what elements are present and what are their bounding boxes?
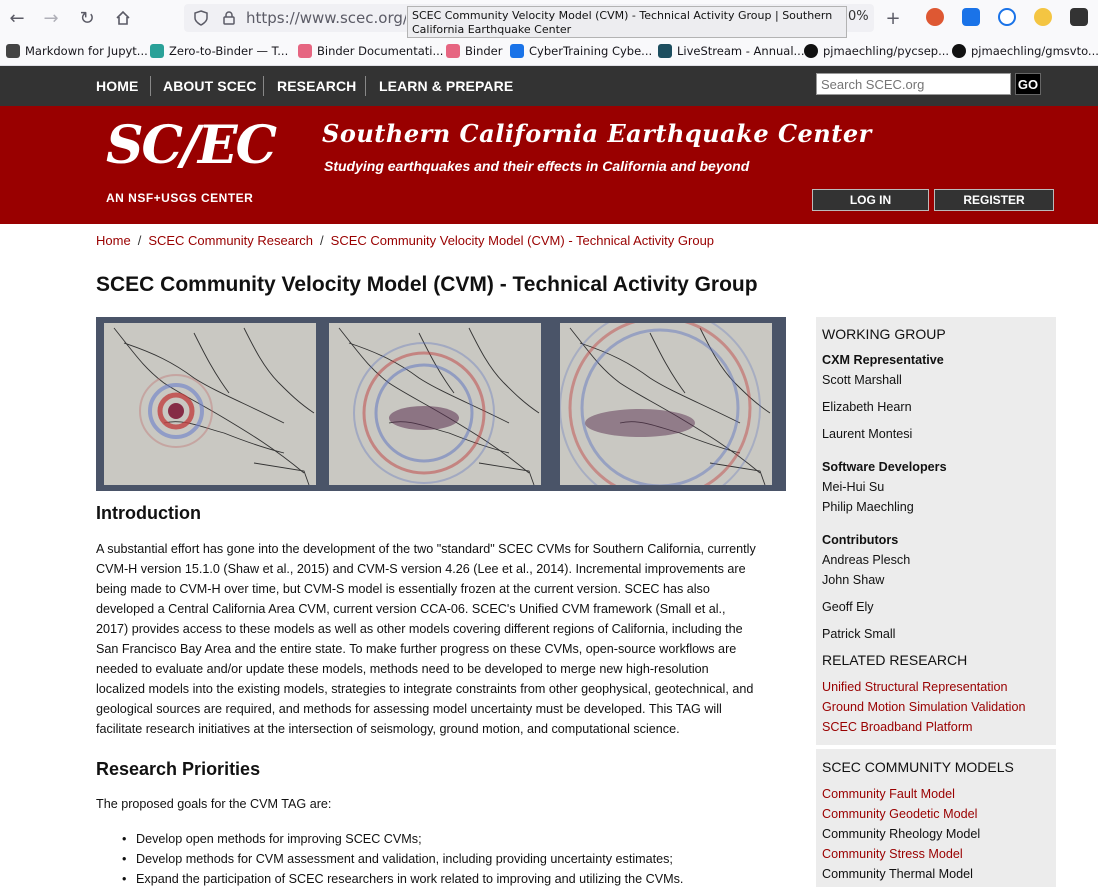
binder-icon <box>150 44 164 58</box>
url-text[interactable]: https://www.scec.org/rese <box>246 9 406 27</box>
nav-home[interactable]: HOME <box>96 78 138 94</box>
nav-research[interactable]: RESEARCH <box>277 78 356 94</box>
forward-icon[interactable]: → <box>40 7 62 29</box>
member-name: Scott Marshall <box>822 373 902 387</box>
search-go-button[interactable]: GO <box>1015 73 1041 95</box>
lock-icon[interactable] <box>218 7 240 29</box>
member-name: Mei-Hui Su <box>822 480 885 494</box>
bookmark-item[interactable]: CyberTraining Cybe... <box>510 44 652 58</box>
plus-icon[interactable]: + <box>882 7 904 29</box>
intro-line: geological sources are required, and met… <box>96 702 722 716</box>
intro-line: being made to CVM-H over time, but CVM-S… <box>96 582 710 596</box>
model-item: Community Thermal Model <box>822 867 973 881</box>
simulation-panel <box>329 323 541 485</box>
member-name: Elizabeth Hearn <box>822 400 912 414</box>
related-link[interactable]: Unified Structural Representation <box>822 680 1008 694</box>
model-link[interactable]: Community Stress Model <box>822 847 963 861</box>
member-name: Philip Maechling <box>822 500 914 514</box>
member-name: Patrick Small <box>822 627 896 641</box>
bookmark-item[interactable]: pjmaechling/gmsvto... <box>952 44 1098 58</box>
bookmark-item[interactable]: pjmaechling/pycsep... <box>804 44 949 58</box>
bookmark-item[interactable]: Binder <box>446 44 502 58</box>
login-button[interactable]: LOG IN <box>812 189 929 211</box>
register-button[interactable]: REGISTER <box>934 189 1054 211</box>
extension-s-icon[interactable] <box>962 8 980 26</box>
bookmark-item[interactable]: Binder Documentati... <box>298 44 443 58</box>
priorities-heading: Research Priorities <box>96 759 261 779</box>
markdown-icon <box>6 44 20 58</box>
nav-divider <box>263 76 264 96</box>
nav-divider <box>365 76 366 96</box>
model-link[interactable]: Community Geodetic Model <box>822 807 977 821</box>
nav-about[interactable]: ABOUT SCEC <box>163 78 257 94</box>
community-models-heading: SCEC COMMUNITY MODELS <box>822 759 1014 775</box>
github-icon <box>804 44 818 58</box>
related-link[interactable]: SCEC Broadband Platform <box>822 720 973 734</box>
breadcrumb-home[interactable]: Home <box>96 233 131 248</box>
zoom-level[interactable]: 0% <box>848 9 869 24</box>
shield-icon[interactable] <box>190 7 212 29</box>
breadcrumb: Home / SCEC Community Research / SCEC Commun… <box>96 233 715 248</box>
member-name: John Shaw <box>822 573 885 587</box>
member-name: Laurent Montesi <box>822 427 913 441</box>
member-name: Andreas Plesch <box>822 553 911 567</box>
simulation-panel <box>560 323 772 485</box>
model-item: Community Rheology Model <box>822 827 981 841</box>
title-tooltip: SCEC Community Velocity Model (CVM) - Te… <box>407 6 847 38</box>
bookmark-item[interactable]: Markdown for Jupyt... <box>6 44 148 58</box>
back-icon[interactable]: ← <box>6 7 28 29</box>
intro-line: San Francisco Bay Area and the entire st… <box>96 642 737 656</box>
related-research-heading: RELATED RESEARCH <box>822 652 968 668</box>
simulation-panel <box>104 323 316 485</box>
priorities-list: Develop open methods for improving SCEC … <box>122 829 802 887</box>
intro-line: 2017) provides access to these models as… <box>96 622 743 636</box>
intro-line: CVM-H version 15.1.0 (Shaw et al., 2015)… <box>96 562 746 576</box>
extension-search-icon[interactable] <box>998 8 1016 26</box>
priorities-lead: The proposed goals for the CVM TAG are: <box>96 797 332 811</box>
developers-label: Software Developers <box>822 460 947 474</box>
intro-line: needed to evaluate and/or update these m… <box>96 662 709 676</box>
simulation-image <box>96 317 786 491</box>
list-item: Develop open methods for improving SCEC … <box>122 829 802 849</box>
related-link[interactable]: Ground Motion Simulation Validation <box>822 700 1025 714</box>
search-input[interactable] <box>816 73 1011 95</box>
bookmarks-bar: Markdown for Jupyt... Zero-to-Binder — T… <box>0 36 1098 66</box>
site-tagline: Studying earthquakes and their effects i… <box>324 158 750 174</box>
intro-line: localized models into the existing model… <box>96 682 754 696</box>
list-item: Expand the participation of SCEC researc… <box>122 869 802 887</box>
intro-line: developed a Central California Area CVM,… <box>96 602 726 616</box>
extension-badge-icon[interactable] <box>1034 8 1052 26</box>
binder-icon <box>446 44 460 58</box>
intro-paragraph: A substantial effort has gone into the d… <box>96 539 796 739</box>
nav-learn[interactable]: LEARN & PREPARE <box>379 78 513 94</box>
contributors-label: Contributors <box>822 533 899 547</box>
breadcrumb-community-research[interactable]: SCEC Community Research <box>148 233 313 248</box>
reload-icon[interactable]: ↻ <box>76 7 98 29</box>
list-item: Develop methods for CVM assessment and v… <box>122 849 802 869</box>
livestream-icon <box>658 44 672 58</box>
github-icon <box>952 44 966 58</box>
drive-icon <box>510 44 524 58</box>
breadcrumb-current[interactable]: SCEC Community Velocity Model (CVM) - Te… <box>331 233 714 248</box>
working-group-heading: WORKING GROUP <box>822 326 946 342</box>
nav-divider <box>150 76 151 96</box>
intro-line: A substantial effort has gone into the d… <box>96 542 756 556</box>
extensions-menu-icon[interactable] <box>1070 8 1088 26</box>
intro-heading: Introduction <box>96 503 201 523</box>
duckduckgo-icon[interactable] <box>926 8 944 26</box>
logo-subtitle: AN NSF+USGS CENTER <box>106 191 254 205</box>
home-icon[interactable] <box>112 7 134 29</box>
bookmark-item[interactable]: Zero-to-Binder — T... <box>150 44 288 58</box>
intro-line: facilitate research initiatives at the i… <box>96 722 680 736</box>
site-title: Southern California Earthquake Center <box>322 119 872 148</box>
bookmark-item[interactable]: LiveStream - Annual... <box>658 44 805 58</box>
page-title: SCEC Community Velocity Model (CVM) - Te… <box>96 273 758 296</box>
cxm-label: CXM Representative <box>822 353 944 367</box>
model-link[interactable]: Community Fault Model <box>822 787 955 801</box>
scec-logo[interactable]: SC/EC <box>106 115 277 176</box>
member-name: Geoff Ely <box>822 600 874 614</box>
binder-icon <box>298 44 312 58</box>
